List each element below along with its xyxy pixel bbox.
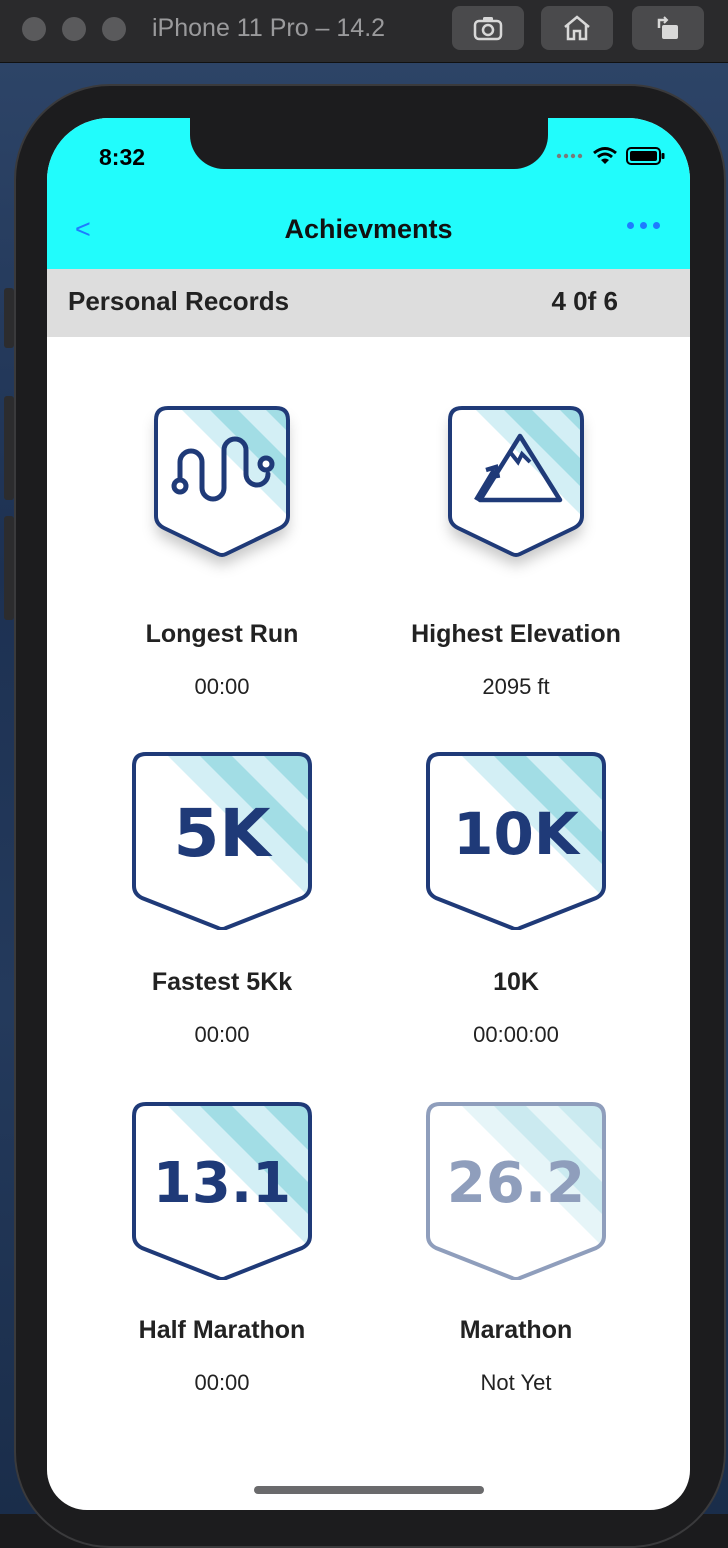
home-icon [564, 15, 590, 41]
longest-run-badge [154, 406, 290, 557]
badge-label: 10K [453, 800, 581, 868]
achievement-value: 2095 ft [482, 674, 550, 699]
highest-elevation-badge [448, 406, 584, 557]
status-time: 8:32 [99, 144, 146, 170]
achievement-title: Highest Elevation [411, 620, 621, 648]
achievement-title: Fastest 5Kk [151, 968, 293, 996]
badge-label: 5K [173, 795, 273, 872]
page-title: Achievments [284, 214, 453, 244]
app-screen: 8:32 < Achievments Personal Records 4 0f… [47, 118, 690, 1510]
half-marathon-badge: 13.1 [132, 1102, 312, 1280]
badge-label: 26.2 [447, 1151, 585, 1216]
achievement-card-10k[interactable]: 10K 10K 00:00:00 [366, 750, 666, 1070]
more-dot-icon [627, 222, 634, 229]
section-title: Personal Records [68, 286, 290, 316]
achievement-title: Longest Run [145, 620, 299, 648]
achievement-card-marathon[interactable]: 26.2 Marathon Not Yet [366, 1100, 666, 1420]
simulator-title: iPhone 11 Pro – 14.2 [152, 14, 386, 42]
more-dot-icon [640, 222, 647, 229]
achievement-card-fastest-5k[interactable]: 5K Fastest 5Kk 00:00 [72, 750, 372, 1070]
achievement-value: 00:00 [194, 1370, 250, 1395]
achievement-count: 4 0f 6 [551, 286, 619, 316]
achievement-value: Not Yet [480, 1370, 552, 1395]
battery-icon [626, 147, 665, 165]
device-notch [190, 118, 548, 169]
marathon-badge-locked: 26.2 [426, 1102, 606, 1280]
cellular-signal-icon [556, 153, 583, 159]
achievement-value: 00:00 [194, 674, 250, 699]
5k-badge: 5K [132, 752, 312, 930]
volume-up-button [4, 396, 14, 500]
achievement-value: 00:00:00 [473, 1022, 559, 1047]
more-dot-icon [653, 222, 660, 229]
achievement-title: Half Marathon [138, 1316, 306, 1344]
rotate-button[interactable] [632, 6, 704, 50]
10k-badge: 10K [426, 752, 606, 930]
close-window-button[interactable] [22, 17, 46, 41]
rotate-icon [657, 16, 678, 39]
wifi-icon [593, 147, 617, 164]
achievement-value: 00:00 [194, 1022, 250, 1047]
minimize-window-button[interactable] [62, 17, 86, 41]
mute-switch [4, 288, 14, 348]
simulator-title-bar: iPhone 11 Pro – 14.2 [0, 0, 728, 63]
screenshot-button[interactable] [452, 6, 524, 50]
achievement-card-highest-elevation[interactable]: Highest Elevation 2095 ft [366, 400, 666, 720]
home-indicator[interactable] [254, 1486, 484, 1494]
camera-icon [473, 17, 503, 41]
badge-label: 13.1 [153, 1151, 291, 1216]
volume-down-button [4, 516, 14, 620]
achievement-title: 10K [493, 968, 539, 996]
more-options-button[interactable] [627, 222, 660, 229]
zoom-window-button[interactable] [102, 17, 126, 41]
home-button[interactable] [541, 6, 613, 50]
achievement-card-half-marathon[interactable]: 13.1 Half Marathon 00:00 [72, 1100, 372, 1420]
status-icons [556, 146, 666, 166]
achievement-card-longest-run[interactable]: Longest Run 00:00 [72, 400, 372, 720]
achievement-title: Marathon [459, 1316, 573, 1344]
